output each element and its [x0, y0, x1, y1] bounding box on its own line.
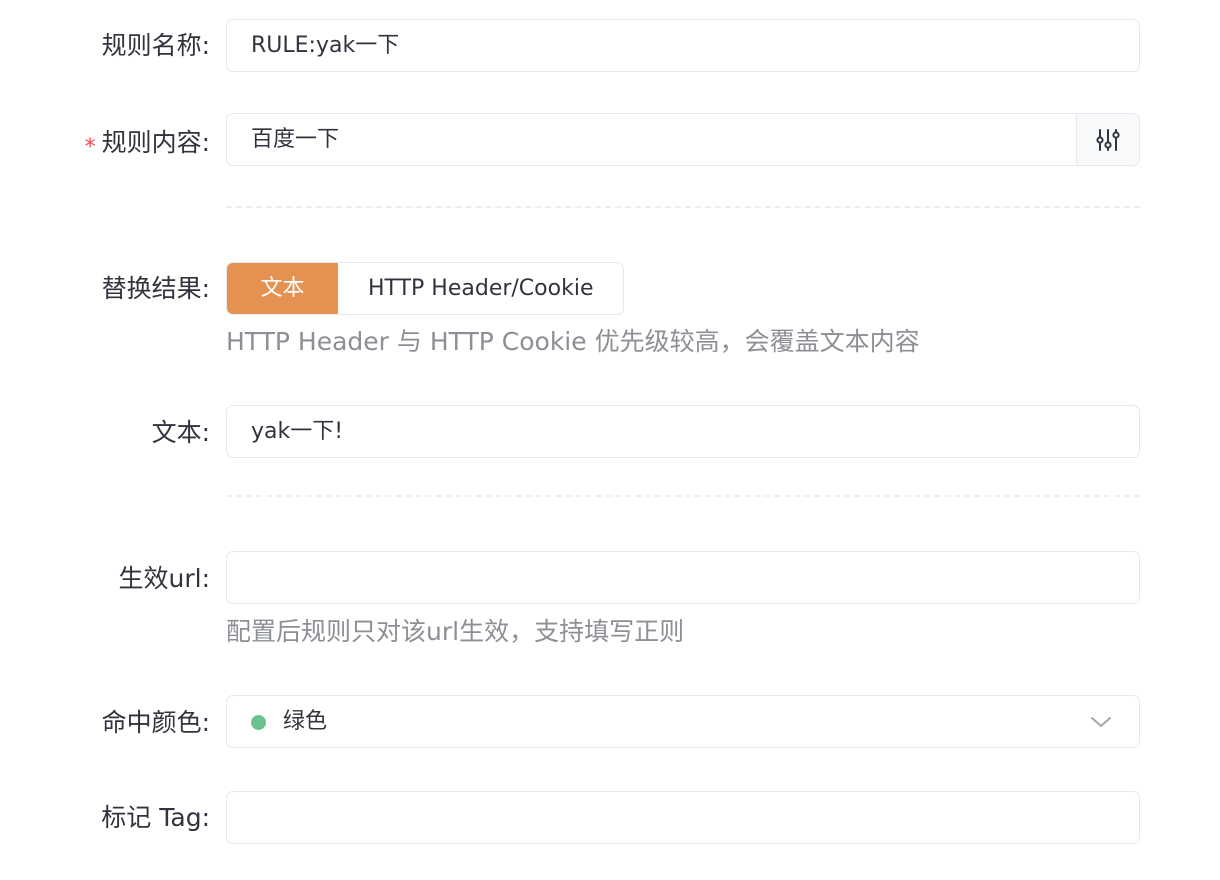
- text-label: 文本:: [151, 418, 210, 447]
- rule-content-label-text: 规则内容:: [101, 128, 210, 157]
- color-dot: [251, 715, 266, 730]
- tag-label: 标记 Tag:: [101, 803, 210, 832]
- option-http-header-cookie[interactable]: HTTP Header/Cookie: [338, 263, 624, 314]
- rule-content-input[interactable]: 百度一下: [226, 113, 1140, 166]
- required-mark: *: [84, 135, 96, 160]
- rule-name-value: RULE:yak一下: [251, 33, 400, 58]
- effective-url-help: 配置后规则只对该url生效，支持填写正则: [226, 617, 685, 646]
- hit-color-select[interactable]: 绿色: [226, 695, 1140, 748]
- section-divider: [226, 206, 1140, 208]
- rule-name-input[interactable]: RULE:yak一下: [226, 19, 1140, 72]
- rule-content-value: 百度一下: [251, 127, 340, 152]
- tag-input[interactable]: [226, 791, 1140, 844]
- replace-result-segmented[interactable]: 文本 HTTP Header/Cookie: [226, 262, 625, 315]
- effective-url-label: 生效url:: [118, 564, 211, 593]
- replace-result-help: HTTP Header 与 HTTP Cookie 优先级较高，会覆盖文本内容: [226, 327, 920, 356]
- rule-name-label: 规则名称:: [101, 31, 210, 60]
- replace-result-label: 替换结果:: [101, 274, 210, 303]
- chevron-down-icon: [1091, 717, 1111, 727]
- sliders-icon: [1096, 128, 1120, 151]
- hit-color-label: 命中颜色:: [101, 708, 210, 737]
- effective-url-input[interactable]: [226, 551, 1140, 604]
- text-input[interactable]: yak一下!: [226, 405, 1140, 458]
- section-divider: [226, 495, 1140, 497]
- rule-content-label: * 规则内容:: [85, 128, 210, 160]
- text-value: yak一下!: [251, 419, 344, 444]
- option-text[interactable]: 文本: [227, 263, 338, 314]
- rule-content-settings-button[interactable]: [1076, 114, 1139, 165]
- hit-color-value: 绿色: [283, 709, 328, 734]
